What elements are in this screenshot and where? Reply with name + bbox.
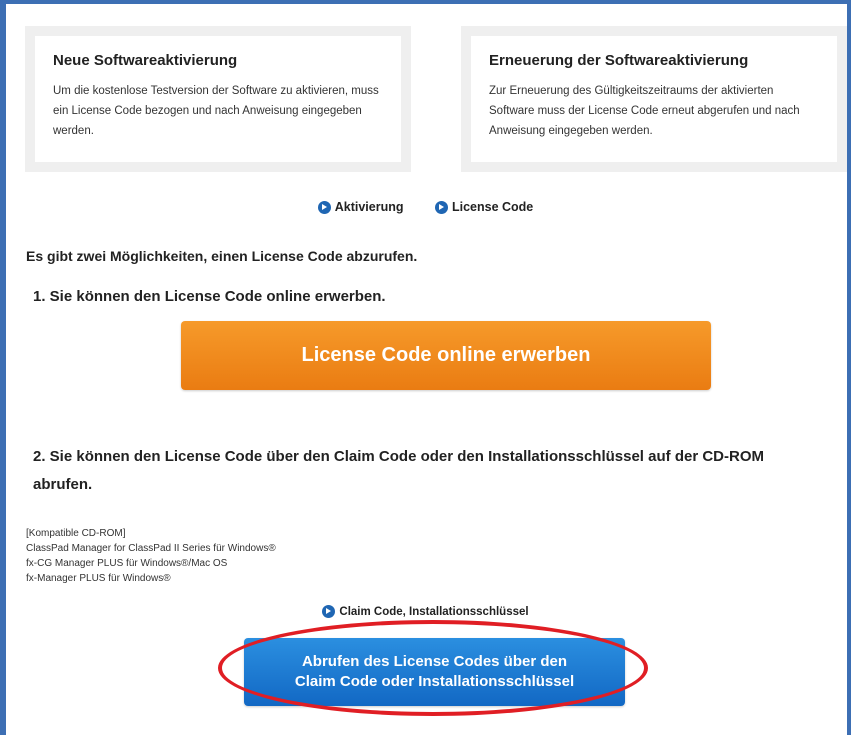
arrow-right-circle-icon xyxy=(322,605,336,618)
step1-heading: 1. Sie können den License Code online er… xyxy=(33,288,386,305)
claim-code-link-row: Claim Code, Installationsschlüssel xyxy=(0,605,851,621)
buy-license-code-online-button[interactable]: License Code online erwerben xyxy=(181,321,711,390)
claim-button-line2: Claim Code oder Installationsschlüssel xyxy=(294,673,575,690)
intro-heading: Es gibt zwei Möglichkeiten, einen Licens… xyxy=(26,248,418,264)
activation-link-label: Aktivierung xyxy=(334,200,404,214)
new-activation-card: Neue Softwareaktivierung Um die kostenlo… xyxy=(25,26,411,172)
window-frame-right xyxy=(847,0,851,735)
compat-item: fx-Manager PLUS für Windows® xyxy=(26,573,171,584)
claim-code-link[interactable]: Claim Code, Installationsschlüssel xyxy=(322,605,529,618)
claim-button-line1: Abrufen des License Codes über den xyxy=(301,653,568,670)
step2-heading: 2. Sie können den License Code über den … xyxy=(33,448,764,493)
compat-item: fx-CG Manager PLUS für Windows®/Mac OS xyxy=(26,558,228,569)
new-activation-title: Neue Softwareaktivierung xyxy=(53,52,238,69)
window-frame-top xyxy=(0,0,851,4)
activation-link[interactable]: Aktivierung xyxy=(317,200,404,214)
anchor-links: Aktivierung License Code xyxy=(0,200,851,217)
compat-heading: [Kompatible CD-ROM] xyxy=(26,528,126,539)
renew-activation-card: Erneuerung der Softwareaktivierung Zur E… xyxy=(461,26,847,172)
license-code-link[interactable]: License Code xyxy=(434,200,534,214)
window-frame-left xyxy=(0,0,6,735)
arrow-right-circle-icon xyxy=(317,200,331,214)
arrow-right-circle-icon xyxy=(434,200,448,214)
license-code-link-label: License Code xyxy=(451,200,534,214)
new-activation-text: Um die kostenlose Testversion der Softwa… xyxy=(53,85,379,137)
compatible-cdrom-list: [Kompatible CD-ROM] ClassPad Manager for… xyxy=(26,526,276,586)
renew-activation-title: Erneuerung der Softwareaktivierung xyxy=(489,52,749,69)
retrieve-via-claim-code-button[interactable]: Abrufen des License Codes über den Claim… xyxy=(244,638,625,706)
claim-code-link-label: Claim Code, Installationsschlüssel xyxy=(339,605,529,618)
compat-item: ClassPad Manager for ClassPad II Series … xyxy=(26,543,276,554)
renew-activation-text: Zur Erneuerung des Gültigkeitszeitraums … xyxy=(489,85,800,137)
